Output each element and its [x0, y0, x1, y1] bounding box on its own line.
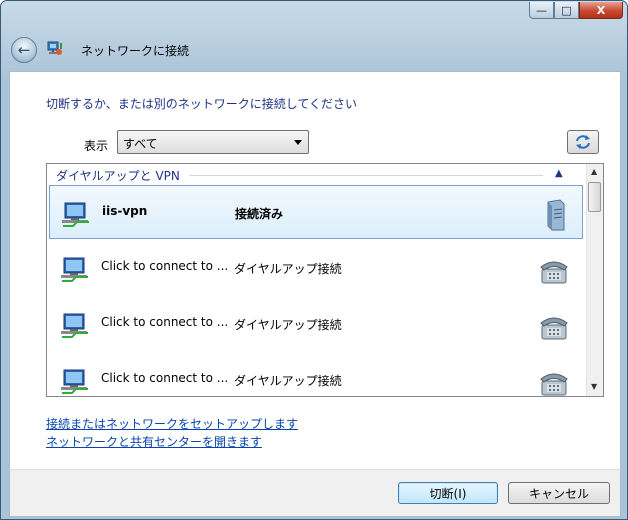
filter-selected-value: すべて: [123, 137, 158, 151]
instruction-text: 切断するか、または別のネットワークに接続してください: [46, 97, 358, 111]
window-title: ネットワークに接続: [81, 44, 190, 58]
dialog-footer: 切断(I) キャンセル: [9, 469, 621, 517]
phone-icon: [540, 373, 568, 396]
scroll-up-arrow-icon[interactable]: ▲: [591, 167, 597, 176]
network-center-link[interactable]: ネットワークと共有センターを開きます: [46, 433, 262, 450]
connection-status: ダイヤルアップ接続: [234, 374, 342, 388]
connection-row[interactable]: Click to connect to ... ダイヤルアップ接続: [49, 297, 583, 351]
list-scrollbar[interactable]: ▲ ▼: [586, 164, 603, 396]
phone-icon: [540, 261, 568, 284]
group-header[interactable]: ダイヤルアップと VPN ▲: [47, 164, 585, 184]
dialup-connection-icon: [61, 257, 88, 282]
scroll-thumb[interactable]: [588, 182, 601, 212]
back-button[interactable]: ←: [11, 37, 37, 63]
minimize-button[interactable]: —: [529, 2, 554, 19]
dialup-connection-icon: [61, 369, 88, 394]
caption-buttons: — □ X: [529, 2, 623, 19]
refresh-button[interactable]: [567, 130, 599, 154]
connection-name: Click to connect to ...: [101, 259, 228, 273]
chevron-down-icon: [294, 140, 302, 145]
dialog-window: — □ X ← ネットワークに接続 切断するか、または別のネットワークに接続して…: [0, 0, 628, 520]
connection-name: iis-vpn: [102, 204, 148, 218]
connection-name: Click to connect to ...: [101, 315, 228, 329]
connection-row[interactable]: Click to connect to ... ダイヤルアップ接続: [49, 241, 583, 295]
collapse-chevron-icon[interactable]: ▲: [555, 168, 563, 179]
disconnect-button[interactable]: 切断(I): [398, 482, 498, 504]
phone-icon: [540, 317, 568, 340]
content-area: 切断するか、または別のネットワークに接続してください 表示 すべて ダイヤルアッ…: [9, 71, 621, 471]
connection-name: Click to connect to ...: [101, 371, 228, 385]
connection-row[interactable]: Click to connect to ... ダイヤルアップ接続: [49, 353, 583, 396]
connection-list[interactable]: ダイヤルアップと VPN ▲ iis-vpn 接続済み Click to con…: [46, 163, 604, 397]
group-title: ダイヤルアップと VPN: [56, 167, 186, 184]
connection-status: ダイヤルアップ接続: [234, 318, 342, 332]
dialup-connection-icon: [61, 313, 88, 338]
maximize-button[interactable]: □: [554, 2, 579, 19]
filter-label: 表示: [84, 139, 109, 153]
connection-row[interactable]: iis-vpn 接続済み: [49, 185, 583, 239]
scroll-down-arrow-icon[interactable]: ▼: [591, 382, 597, 391]
server-icon: [547, 199, 565, 231]
setup-connection-link[interactable]: 接続またはネットワークをセットアップします: [46, 415, 298, 432]
group-divider: [189, 175, 543, 176]
connection-status: 接続済み: [235, 207, 284, 221]
close-button[interactable]: X: [579, 2, 623, 19]
dialup-connection-icon: [62, 202, 89, 227]
connection-status: ダイヤルアップ接続: [234, 262, 342, 276]
filter-dropdown[interactable]: すべて: [117, 130, 309, 154]
network-connect-icon: [47, 41, 62, 55]
back-arrow-icon: ←: [17, 41, 31, 59]
title-bar[interactable]: — □ X: [1, 1, 627, 27]
cancel-button[interactable]: キャンセル: [508, 482, 610, 504]
refresh-icon: [576, 135, 590, 149]
